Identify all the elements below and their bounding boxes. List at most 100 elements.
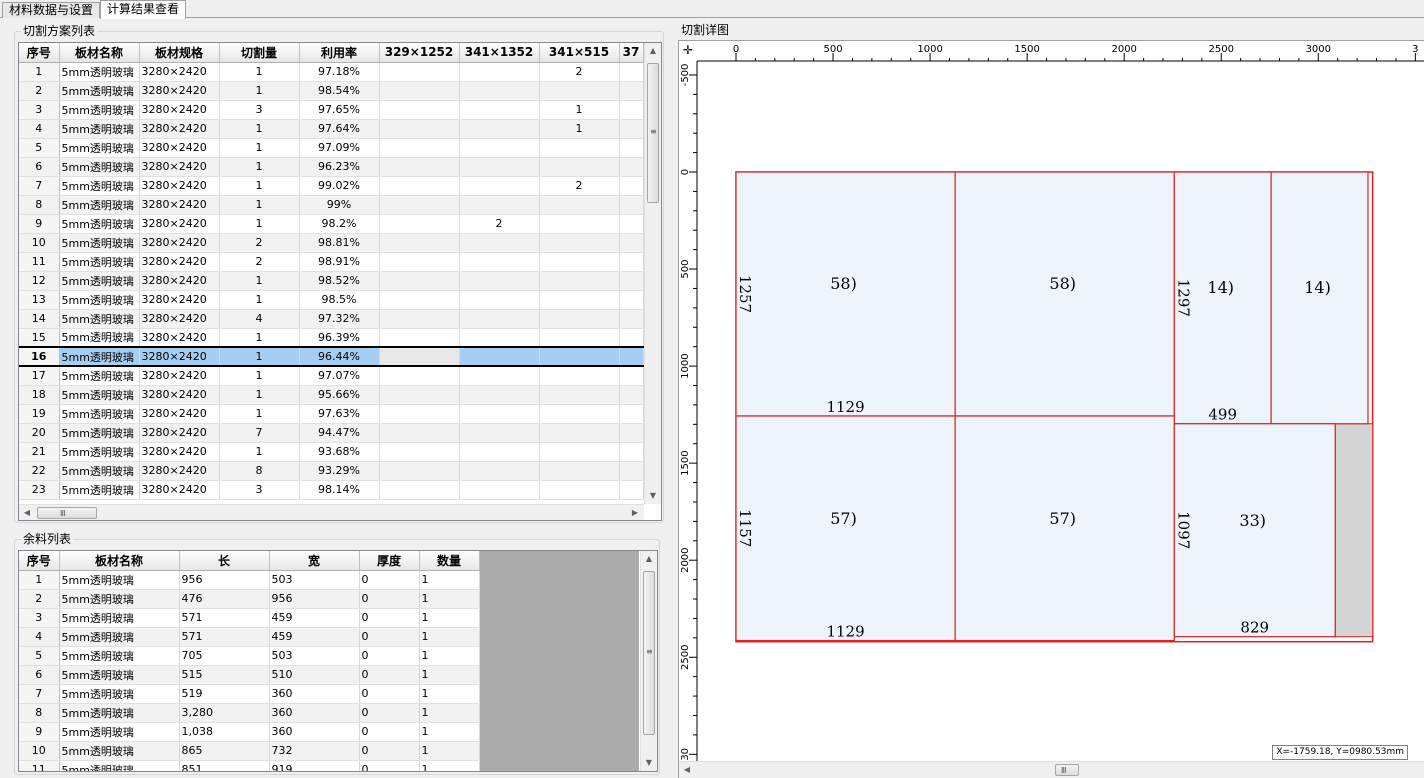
- plans-header-4[interactable]: 利用率: [299, 43, 380, 63]
- plans-header-5[interactable]: 329×1252: [379, 43, 460, 63]
- plans-cell[interactable]: [619, 271, 644, 291]
- plans-cell[interactable]: [379, 233, 460, 253]
- plans-cell[interactable]: [459, 423, 540, 443]
- table-row[interactable]: 23 5mm透明玻璃 3280×2420 3 98.14%: [19, 480, 644, 500]
- plans-cell[interactable]: [619, 176, 644, 196]
- plans-cell[interactable]: 3280×2420: [139, 157, 220, 177]
- plans-cell[interactable]: 5mm透明玻璃: [59, 195, 140, 215]
- remnants-cell[interactable]: 5mm透明玻璃: [59, 627, 180, 647]
- remnants-cell[interactable]: 360: [269, 684, 360, 704]
- plans-cell[interactable]: [539, 252, 620, 272]
- plans-cell[interactable]: 5mm透明玻璃: [59, 461, 140, 481]
- remnants-cell[interactable]: 865: [179, 741, 270, 761]
- crosshair-icon[interactable]: ✛: [680, 42, 696, 58]
- plans-cell[interactable]: 5mm透明玻璃: [59, 328, 140, 348]
- plans-cell[interactable]: 5mm透明玻璃: [59, 252, 140, 272]
- remnants-cell[interactable]: 1: [419, 703, 480, 723]
- plans-cell[interactable]: [619, 385, 644, 405]
- plans-cell[interactable]: 1: [219, 442, 300, 462]
- plans-cell[interactable]: 5mm透明玻璃: [59, 385, 140, 405]
- plans-cell[interactable]: 3280×2420: [139, 62, 220, 82]
- remnants-cell[interactable]: 5mm透明玻璃: [59, 608, 180, 628]
- plans-cell[interactable]: 5mm透明玻璃: [59, 404, 140, 424]
- table-row[interactable]: 18 5mm透明玻璃 3280×2420 1 95.66%: [19, 385, 644, 405]
- plans-cell[interactable]: [459, 290, 540, 310]
- plans-header-6[interactable]: 341×1352: [459, 43, 540, 63]
- plans-cell[interactable]: 11: [19, 252, 60, 272]
- plans-cell[interactable]: 1: [219, 328, 300, 348]
- plans-cell[interactable]: 4: [219, 309, 300, 329]
- plans-cell[interactable]: 8: [19, 195, 60, 215]
- plans-header-1[interactable]: 板材名称: [59, 43, 140, 63]
- plans-cell[interactable]: 3: [19, 100, 60, 120]
- remnants-cell[interactable]: 1: [19, 570, 60, 590]
- plans-cell[interactable]: [459, 100, 540, 120]
- table-row[interactable]: 2 5mm透明玻璃 476 956 0 1: [19, 589, 480, 609]
- plans-header-0[interactable]: 序号: [19, 43, 60, 63]
- remnants-cell[interactable]: 3: [19, 608, 60, 628]
- plans-cell[interactable]: [539, 271, 620, 291]
- plans-cell[interactable]: 97.65%: [299, 100, 380, 120]
- plans-cell[interactable]: 5mm透明玻璃: [59, 100, 140, 120]
- plans-cell[interactable]: [379, 480, 460, 500]
- table-row[interactable]: 5 5mm透明玻璃 3280×2420 1 97.09%: [19, 138, 644, 158]
- plans-cell[interactable]: [619, 81, 644, 101]
- remnants-cell[interactable]: 0: [359, 646, 420, 666]
- plans-cell[interactable]: [379, 176, 460, 196]
- tab-material-settings[interactable]: 材料数据与设置: [2, 2, 101, 18]
- plans-cell[interactable]: 3280×2420: [139, 346, 220, 367]
- plans-header-3[interactable]: 切割量: [219, 43, 300, 63]
- plans-cell[interactable]: 5mm透明玻璃: [59, 138, 140, 158]
- plans-cell[interactable]: [539, 290, 620, 310]
- plans-cell[interactable]: [619, 366, 644, 386]
- table-row[interactable]: 5 5mm透明玻璃 705 503 0 1: [19, 646, 480, 666]
- plans-cell[interactable]: [459, 385, 540, 405]
- plans-cell[interactable]: 1: [219, 366, 300, 386]
- remnants-cell[interactable]: 459: [269, 627, 360, 647]
- plans-cell[interactable]: 5mm透明玻璃: [59, 346, 140, 367]
- plans-cell[interactable]: 1: [219, 81, 300, 101]
- remnants-cell[interactable]: 0: [359, 741, 420, 761]
- plans-header-7[interactable]: 341×515: [539, 43, 620, 63]
- plans-header-8[interactable]: 37: [619, 43, 644, 63]
- remnants-cell[interactable]: 0: [359, 570, 420, 590]
- remnants-cell[interactable]: 503: [269, 570, 360, 590]
- remnants-cell[interactable]: 1: [419, 722, 480, 742]
- remnants-cell[interactable]: 360: [269, 722, 360, 742]
- plans-cell[interactable]: 3280×2420: [139, 309, 220, 329]
- remnants-cell[interactable]: 0: [359, 703, 420, 723]
- plans-cell[interactable]: [619, 138, 644, 158]
- table-row[interactable]: 21 5mm透明玻璃 3280×2420 1 93.68%: [19, 442, 644, 462]
- remnants-cell[interactable]: 10: [19, 741, 60, 761]
- remnants-cell[interactable]: 732: [269, 741, 360, 761]
- left-arrow-icon[interactable]: ◀: [19, 505, 35, 520]
- plans-cell[interactable]: 3280×2420: [139, 138, 220, 158]
- remnants-cell[interactable]: 5mm透明玻璃: [59, 646, 180, 666]
- plans-cell[interactable]: [459, 252, 540, 272]
- remnants-header-2[interactable]: 长: [179, 551, 270, 571]
- remnants-vscroll-thumb[interactable]: ≡: [643, 571, 655, 735]
- plans-cell[interactable]: 5mm透明玻璃: [59, 423, 140, 443]
- table-row[interactable]: 4 5mm透明玻璃 3280×2420 1 97.64% 1: [19, 119, 644, 139]
- plans-cell[interactable]: 3: [219, 100, 300, 120]
- table-row[interactable]: 20 5mm透明玻璃 3280×2420 7 94.47%: [19, 423, 644, 443]
- plans-cell[interactable]: 1: [539, 100, 620, 120]
- plans-cell[interactable]: 4: [19, 119, 60, 139]
- plans-cell[interactable]: 1: [219, 157, 300, 177]
- plans-vscroll[interactable]: ▲ ≡ ▼: [644, 43, 661, 504]
- plans-cell[interactable]: 5: [19, 138, 60, 158]
- table-row[interactable]: 11 5mm透明玻璃 3280×2420 2 98.91%: [19, 252, 644, 272]
- plans-cell[interactable]: [539, 157, 620, 177]
- remnants-cell[interactable]: 1: [419, 665, 480, 685]
- plans-cell[interactable]: [379, 100, 460, 120]
- cutting-diagram[interactable]: 0 500 1000 1500 2000 2500 3000 3 -500 0 500 1000 150…: [679, 41, 1424, 778]
- remnants-header-3[interactable]: 宽: [269, 551, 360, 571]
- table-row[interactable]: 16 5mm透明玻璃 3280×2420 1 96.44%: [19, 346, 644, 367]
- remnants-cell[interactable]: 571: [179, 608, 270, 628]
- plans-cell[interactable]: [619, 100, 644, 120]
- plans-cell[interactable]: 7: [219, 423, 300, 443]
- plans-cell[interactable]: [539, 480, 620, 500]
- plans-cell[interactable]: [379, 119, 460, 139]
- plans-hscroll[interactable]: ◀ Ⅲ ▶: [19, 504, 644, 520]
- plans-cell[interactable]: 97.32%: [299, 309, 380, 329]
